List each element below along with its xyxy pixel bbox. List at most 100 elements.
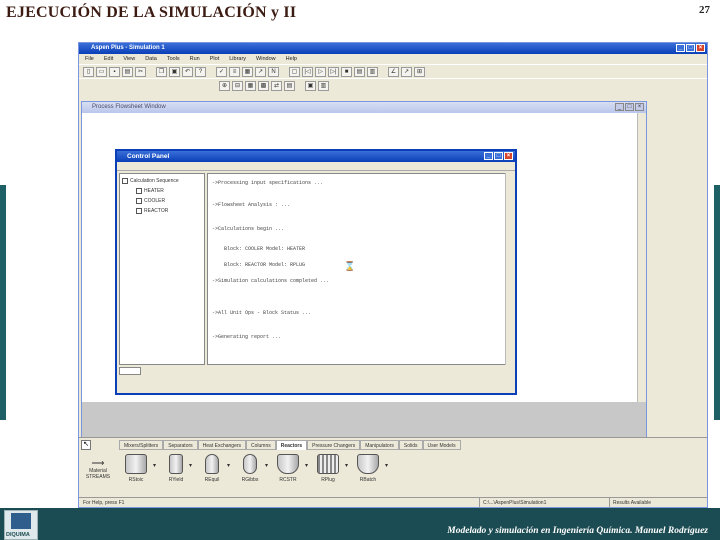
menu-tools[interactable]: Tools	[167, 54, 180, 64]
table-icon[interactable]: ▦	[245, 80, 256, 91]
reinit-icon[interactable]: ▤	[354, 66, 365, 77]
flowsheet-minimize-button[interactable]: _	[615, 103, 624, 111]
tab-solids[interactable]: Solids	[398, 440, 423, 450]
unit-requil[interactable]: REquil	[197, 454, 227, 490]
tree-item-reactor[interactable]: REACTOR	[122, 206, 202, 216]
menu-library[interactable]: Library	[229, 54, 246, 64]
tree-root[interactable]: Calculation Sequence	[122, 176, 202, 186]
flowsheet-scrollbar[interactable]	[637, 113, 646, 413]
chevron-down-icon[interactable]: ▾	[189, 462, 192, 469]
tree-root-label: Calculation Sequence	[130, 178, 179, 184]
setup-icon[interactable]: ▢	[289, 66, 300, 77]
tree-item-cooler[interactable]: COOLER	[122, 196, 202, 206]
minimize-button[interactable]: _	[676, 44, 685, 52]
control-panel-icon[interactable]: ▥	[367, 66, 378, 77]
tab-pressure-changers[interactable]: Pressure Changers	[307, 440, 361, 450]
menu-help[interactable]: Help	[286, 54, 297, 64]
graph-icon[interactable]: ↗	[255, 66, 266, 77]
tab-heat-exchangers[interactable]: Heat Exchangers	[197, 440, 247, 450]
open-icon[interactable]: ▭	[96, 66, 107, 77]
toolbar-main: ▯ ▭ ▪ ▤ ✂ ❐ ▣ ↶ ? ✓ ≡ ▦ ↗ N ▢ |◁ ▷ ▷| ■ …	[79, 64, 707, 78]
chevron-down-icon[interactable]: ▾	[265, 462, 268, 469]
models-icon[interactable]: ▥	[318, 80, 329, 91]
export-icon[interactable]: ↗	[401, 66, 412, 77]
unit-rgibbs[interactable]: RGibbs	[235, 454, 265, 490]
cut-icon[interactable]: ✂	[135, 66, 146, 77]
chevron-down-icon[interactable]: ▾	[227, 462, 230, 469]
log-scrollbar[interactable]	[505, 173, 513, 365]
menu-run[interactable]: Run	[190, 54, 200, 64]
chevron-down-icon[interactable]: ▾	[153, 462, 156, 469]
grid-icon[interactable]: ▩	[258, 80, 269, 91]
flowsheet-close-button[interactable]: ×	[635, 103, 644, 111]
print-icon[interactable]: ▤	[122, 66, 133, 77]
tab-mixers-splitters[interactable]: Mixers/Splitters	[119, 440, 164, 450]
next-icon[interactable]: N	[268, 66, 279, 77]
cp-maximize-button[interactable]: □	[494, 152, 503, 160]
stop-icon[interactable]: ■	[341, 66, 352, 77]
material-stream-selector[interactable]: ⟶ Material STREAMS	[81, 458, 115, 488]
check-icon[interactable]: ✓	[216, 66, 227, 77]
chevron-down-icon[interactable]: ▾	[385, 462, 388, 469]
library-icon[interactable]: ▣	[305, 80, 316, 91]
footer-credit: Modelado y simulación en Ingeniería Quím…	[447, 526, 708, 536]
menu-edit[interactable]: Edit	[104, 54, 113, 64]
block-icon	[136, 208, 142, 214]
tab-columns[interactable]: Columns	[246, 440, 276, 450]
menu-file[interactable]: File	[85, 54, 94, 64]
block-icon	[136, 188, 142, 194]
tab-user-models[interactable]: User Models	[422, 440, 461, 450]
app-title: Aspen Plus - Simulation 1	[91, 45, 165, 51]
undo-icon[interactable]: ↶	[182, 66, 193, 77]
log-line: ->All Unit Ops - Block Status ...	[212, 310, 312, 316]
log-line: ->Simulation calculations completed ...	[212, 278, 330, 284]
unit-label: RYield	[168, 477, 184, 483]
control-panel-status-field	[119, 367, 141, 375]
logo-text: DIQUIMA	[6, 532, 30, 538]
chevron-down-icon[interactable]: ▾	[305, 462, 308, 469]
menu-view[interactable]: View	[123, 54, 135, 64]
label-icon[interactable]: ▤	[284, 80, 295, 91]
zoom-icon[interactable]: ⊕	[219, 80, 230, 91]
control-panel-window: Control Panel _ □ × Calculation Sequence…	[115, 149, 517, 395]
chevron-down-icon[interactable]: ▾	[345, 462, 348, 469]
status-results: Results Available	[609, 498, 651, 508]
flowsheet-maximize-button[interactable]: □	[625, 103, 634, 111]
menu-plot[interactable]: Plot	[210, 54, 219, 64]
tab-reactors[interactable]: Reactors	[275, 440, 308, 450]
calculation-tree: Calculation Sequence HEATER COOLER REACT…	[119, 173, 205, 365]
new-icon[interactable]: ▯	[83, 66, 94, 77]
left-accent-bar	[0, 185, 6, 420]
reactor-rbatch-icon	[357, 454, 379, 474]
unit-rstoic[interactable]: RStoic	[121, 454, 151, 490]
step-back-icon[interactable]: |◁	[302, 66, 313, 77]
input-icon[interactable]: ≡	[229, 66, 240, 77]
plot-icon[interactable]: ∠	[388, 66, 399, 77]
stream-icon[interactable]: ⇄	[271, 80, 282, 91]
unit-rbatch[interactable]: RBatch	[353, 454, 383, 490]
select-arrow-icon[interactable]: ↖	[81, 440, 91, 450]
log-line: ->Generating report ...	[212, 334, 282, 340]
save-icon[interactable]: ▪	[109, 66, 120, 77]
flowsheet-empty-area	[82, 402, 646, 440]
help-icon[interactable]: ?	[195, 66, 206, 77]
maximize-button[interactable]: □	[686, 44, 695, 52]
menu-window[interactable]: Window	[256, 54, 276, 64]
align-icon[interactable]: ⊟	[232, 80, 243, 91]
results-icon[interactable]: ▦	[242, 66, 253, 77]
cp-minimize-button[interactable]: _	[484, 152, 493, 160]
unit-rplug[interactable]: RPlug	[313, 454, 343, 490]
paste-icon[interactable]: ▣	[169, 66, 180, 77]
step-icon[interactable]: ▷|	[328, 66, 339, 77]
flowsheet-icon[interactable]: ⊞	[414, 66, 425, 77]
close-button[interactable]: ×	[696, 44, 705, 52]
tree-item-heater[interactable]: HEATER	[122, 186, 202, 196]
menu-data[interactable]: Data	[145, 54, 157, 64]
copy-icon[interactable]: ❐	[156, 66, 167, 77]
tab-separators[interactable]: Separators	[163, 440, 198, 450]
run-icon[interactable]: ▷	[315, 66, 326, 77]
unit-ryield[interactable]: RYield	[161, 454, 191, 490]
tab-manipulators[interactable]: Manipulators	[360, 440, 399, 450]
cp-close-button[interactable]: ×	[504, 152, 513, 160]
unit-rcstr[interactable]: RCSTR	[273, 454, 303, 490]
